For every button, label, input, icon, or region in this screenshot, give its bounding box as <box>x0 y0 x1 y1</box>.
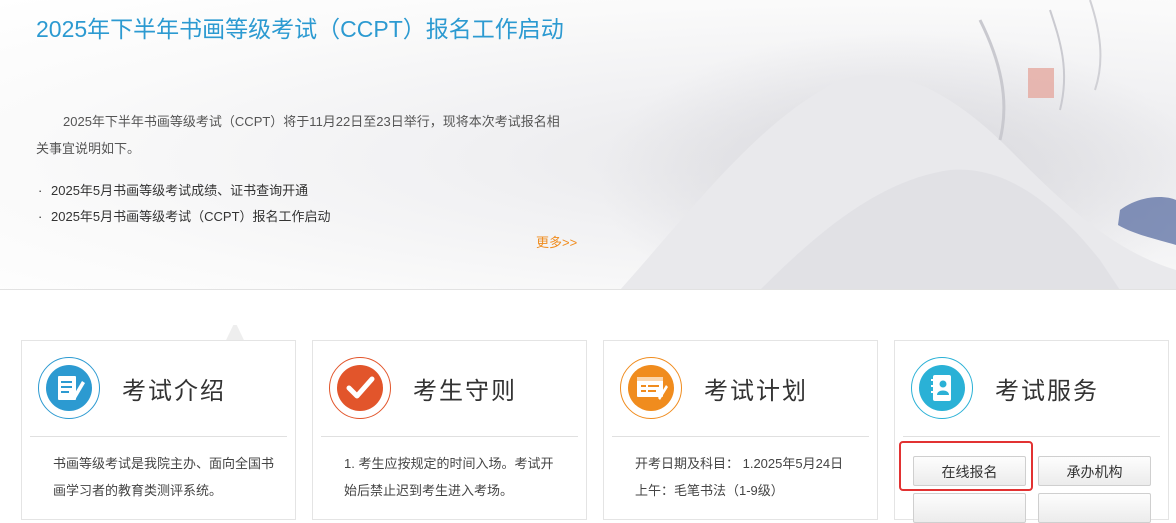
card-exam-plan: 考试计划 开考日期及科目： 1.2025年5月24日 上午：毛笔书法（1-9级） <box>603 340 878 520</box>
card-text: 书画等级考试是我院主办、面向全国书画学习者的教育类测评系统。 <box>53 456 275 498</box>
card-text: 开考日期及科目： 1.2025年5月24日 上午：毛笔书法（1-9级） <box>635 456 844 498</box>
contact-book-icon <box>911 357 973 419</box>
service-button[interactable] <box>913 493 1026 523</box>
more-link[interactable]: 更多>> <box>536 232 577 251</box>
divider <box>903 436 1160 437</box>
news-title[interactable]: 2025年下半年书画等级考试（CCPT）报名工作启动 <box>36 10 576 48</box>
schedule-board-icon <box>620 357 682 419</box>
card-exam-services: 考试服务 在线报名 承办机构 <box>894 340 1169 523</box>
card-title[interactable]: 考生守则 <box>413 371 517 406</box>
host-institutions-button[interactable]: 承办机构 <box>1038 456 1151 486</box>
bullet-icon: · <box>38 183 43 198</box>
news-summary: 2025年下半年书画等级考试（CCPT）将于11月22日至23日举行，现将本次考… <box>36 114 560 156</box>
card-exam-rules: 考生守则 1. 考生应按规定的时间入场。考试开始后禁止迟到考生进入考场。 <box>312 340 587 520</box>
card-text: 1. 考生应按规定的时间入场。考试开始后禁止迟到考生进入考场。 <box>344 456 554 498</box>
document-edit-icon <box>38 357 100 419</box>
news-list-item[interactable]: · 2025年5月书画等级考试成绩、证书查询开通 <box>38 178 578 204</box>
service-button[interactable] <box>1038 493 1151 523</box>
news-link[interactable]: 2025年5月书画等级考试成绩、证书查询开通 <box>51 183 308 198</box>
highlight-annotation <box>899 441 1033 491</box>
card-exam-intro: 考试介绍 书画等级考试是我院主办、面向全国书画学习者的教育类测评系统。 <box>21 340 296 520</box>
bullet-icon: · <box>38 209 43 224</box>
card-title[interactable]: 考试介绍 <box>122 371 226 406</box>
news-list-item[interactable]: · 2025年5月书画等级考试（CCPT）报名工作启动 <box>38 204 578 230</box>
card-title[interactable]: 考试服务 <box>995 371 1099 406</box>
checkmark-icon <box>329 357 391 419</box>
banner-divider <box>0 289 1176 290</box>
news-list: · 2025年5月书画等级考试成绩、证书查询开通 · 2025年5月书画等级考试… <box>38 178 578 230</box>
divider <box>30 436 287 437</box>
news-link[interactable]: 2025年5月书画等级考试（CCPT）报名工作启动 <box>51 209 331 224</box>
divider <box>321 436 578 437</box>
news-banner: 2025年下半年书画等级考试（CCPT）报名工作启动 2025年下半年书画等级考… <box>0 0 1176 290</box>
divider <box>612 436 869 437</box>
card-title[interactable]: 考试计划 <box>704 371 808 406</box>
